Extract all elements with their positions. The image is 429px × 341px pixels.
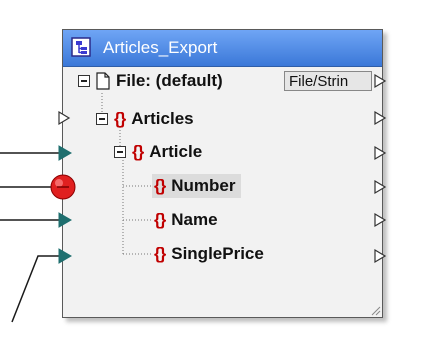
tree-node-singleprice[interactable]: {} SinglePrice (154, 242, 264, 266)
collapse-articles-icon[interactable] (96, 113, 108, 125)
file-icon (96, 72, 110, 90)
node-label: Article (149, 142, 203, 161)
resize-grip-icon[interactable] (371, 306, 381, 316)
file-row[interactable]: File: (default) (78, 69, 223, 93)
node-label: Articles (131, 109, 194, 128)
element-icon: {} (132, 142, 144, 161)
node-label: Number (171, 176, 236, 195)
element-icon: {} (154, 210, 166, 229)
node-label: Name (171, 210, 218, 229)
collapse-article-icon[interactable] (114, 146, 126, 158)
connection-line-singleprice[interactable] (11, 255, 62, 323)
collapse-file-icon[interactable] (78, 75, 90, 87)
element-icon: {} (154, 176, 166, 195)
node-label: SinglePrice (171, 244, 264, 263)
tree-node-number[interactable]: {} Number (152, 174, 242, 198)
tree-node-name[interactable]: {} Name (154, 208, 218, 232)
element-icon: {} (154, 244, 166, 263)
file-string-button[interactable]: File/Strin (284, 71, 372, 91)
element-icon: {} (114, 109, 126, 128)
tree-node-article[interactable]: {} Article (114, 140, 202, 164)
component-box[interactable]: Articles_Export File: (default) File/Str… (62, 29, 383, 318)
tree-node-articles[interactable]: {} Articles (96, 107, 194, 131)
file-label: File: (default) (116, 71, 223, 90)
